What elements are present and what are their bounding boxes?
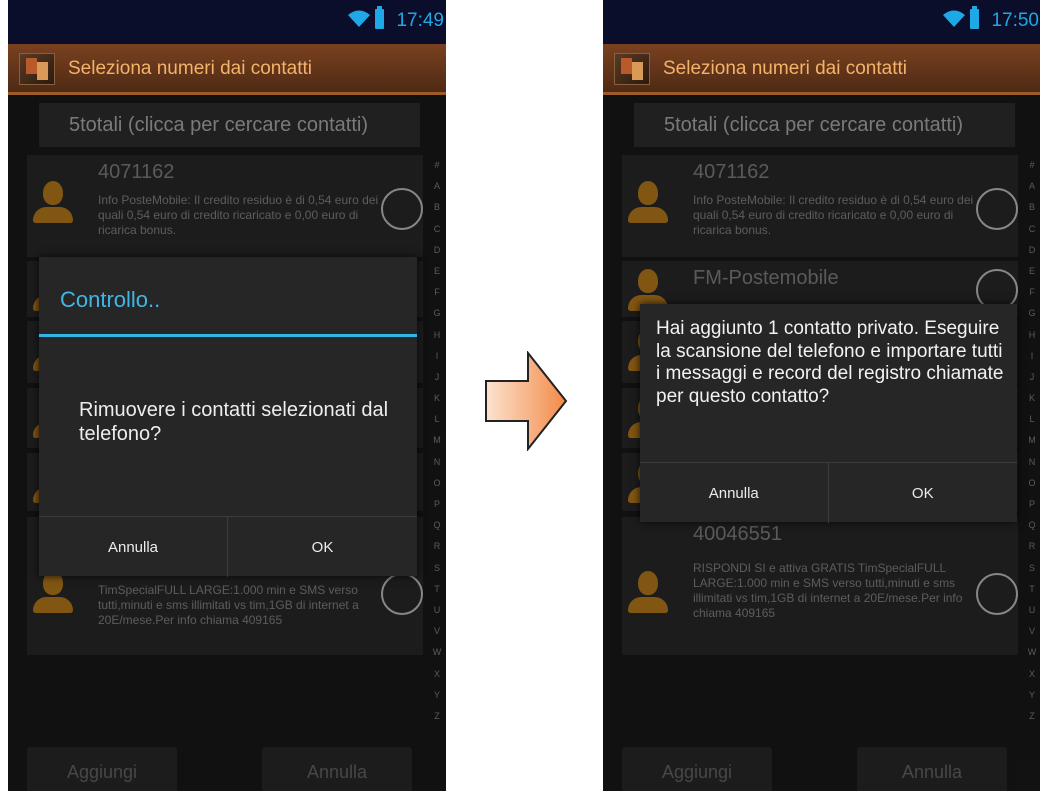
wifi-icon [943, 10, 965, 27]
phone-screen-after: 17:50 Seleziona numeri dai contatti 5tot… [603, 0, 1040, 791]
dialog-button-row: Annulla OK [39, 516, 417, 577]
dialog-title: Controllo.. [60, 287, 161, 312]
screen-title: Seleziona numeri dai contatti [68, 58, 312, 79]
screen-title: Seleziona numeri dai contatti [663, 58, 907, 79]
status-bar: 17:50 [603, 0, 1040, 44]
dialog-ok-button[interactable]: OK [228, 517, 417, 577]
dialog-cancel-button[interactable]: Annulla [640, 463, 829, 523]
right-arrow-icon [485, 351, 568, 451]
app-icon[interactable] [19, 53, 55, 85]
app-icon[interactable] [614, 53, 650, 85]
status-time: 17:50 [991, 10, 1039, 31]
dialog-message: Hai aggiunto 1 contatto privato. Eseguir… [656, 318, 1004, 407]
wifi-icon [348, 10, 370, 27]
dialog-cancel-button[interactable]: Annulla [39, 517, 228, 577]
dialog-message: Rimuovere i contatti selezionati dal tel… [79, 399, 389, 445]
dialog-button-row: Annulla OK [640, 462, 1018, 523]
status-time: 17:49 [396, 10, 444, 31]
battery-icon [375, 6, 384, 29]
dialog-divider [39, 334, 417, 337]
action-bar: Seleziona numeri dai contatti [8, 44, 446, 95]
status-bar: 17:49 [8, 0, 446, 44]
confirm-dialog: Controllo.. Rimuovere i contatti selezio… [39, 257, 417, 577]
dialog-ok-button[interactable]: OK [829, 463, 1018, 523]
action-bar: Seleziona numeri dai contatti [603, 44, 1040, 95]
import-dialog: Hai aggiunto 1 contatto privato. Eseguir… [640, 304, 1018, 523]
phone-screen-before: 17:49 Seleziona numeri dai contatti 5tot… [8, 0, 446, 791]
battery-icon [970, 6, 979, 29]
